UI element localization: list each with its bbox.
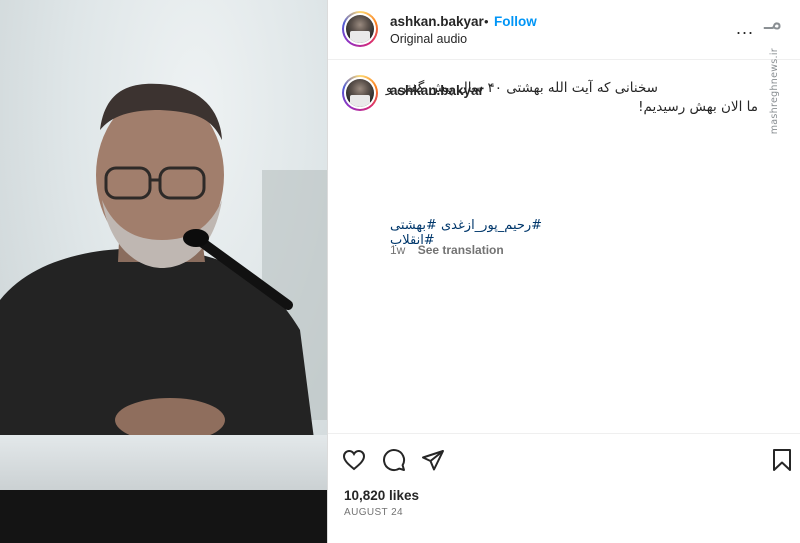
post-age: 1w: [390, 243, 406, 257]
bookmark-icon[interactable]: [772, 448, 792, 472]
username-link[interactable]: ashkan.bakyar: [390, 14, 484, 29]
post-media[interactable]: [0, 0, 327, 543]
site-watermark: ﻣـ mashreghnews.ir: [760, 8, 794, 134]
follow-button[interactable]: Follow: [494, 14, 537, 29]
more-icon[interactable]: ...: [736, 18, 754, 39]
like-count[interactable]: 10,820 likes: [344, 488, 419, 503]
avatar[interactable]: [342, 11, 378, 47]
watermark-site: mashreghnews.ir: [769, 48, 780, 135]
action-bar: 10,820 likes AUGUST 24: [328, 433, 800, 543]
caption-avatar-image: [346, 79, 374, 107]
post-date: AUGUST 24: [344, 507, 403, 518]
share-icon[interactable]: [421, 448, 445, 472]
post-header: ashkan.bakyar • Follow Original audio ..…: [328, 0, 800, 60]
heart-icon[interactable]: [342, 448, 366, 472]
media-bottom-band: [0, 490, 327, 543]
watermark-logo: ﻣـ: [764, 10, 783, 35]
caption-avatar[interactable]: [342, 75, 378, 111]
post-sidebar: ashkan.bakyar • Follow Original audio ..…: [327, 0, 800, 543]
separator-dot: •: [484, 14, 489, 29]
caption-text: سخنانی که آیت الله بهشتی ۴۰ سال پیش گفتن…: [385, 80, 758, 115]
audio-link[interactable]: Original audio: [390, 32, 467, 46]
comment-icon[interactable]: [382, 448, 406, 472]
avatar-image: [346, 15, 374, 43]
caption-meta: 1w See translation: [390, 243, 504, 257]
desk-surface: [0, 435, 327, 495]
see-translation-button[interactable]: See translation: [418, 243, 504, 257]
